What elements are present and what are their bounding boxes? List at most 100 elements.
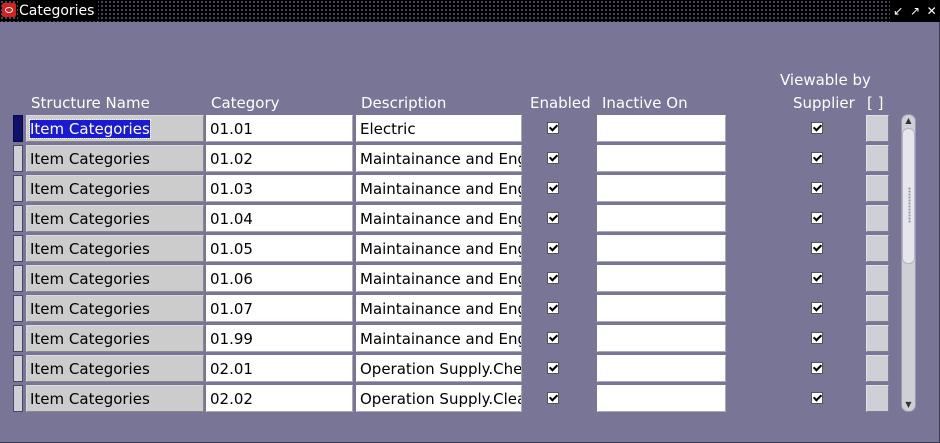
- row-indicator[interactable]: [13, 205, 23, 232]
- restore-icon[interactable]: ↗: [908, 0, 922, 22]
- row-indicator[interactable]: [13, 355, 23, 382]
- structure-name-cell[interactable]: Item Categories: [26, 355, 204, 382]
- flexfield-button[interactable]: [866, 175, 889, 202]
- category-field[interactable]: 01.99: [206, 325, 353, 352]
- structure-name-cell[interactable]: Item Categories: [26, 265, 204, 292]
- row-indicator[interactable]: [13, 325, 23, 352]
- enabled-checkbox[interactable]: [547, 332, 559, 344]
- row-indicator[interactable]: [13, 235, 23, 262]
- inactive-on-field[interactable]: [597, 265, 726, 292]
- viewable-by-supplier-checkbox[interactable]: [811, 362, 823, 374]
- inactive-on-field[interactable]: [597, 115, 726, 142]
- category-field[interactable]: 02.01: [206, 355, 353, 382]
- description-field[interactable]: Operation Supply.Chei: [356, 355, 522, 382]
- viewable-by-supplier-checkbox[interactable]: [811, 152, 823, 164]
- inactive-on-field[interactable]: [597, 205, 726, 232]
- description-field[interactable]: Maintainance and Eng: [356, 145, 522, 172]
- row-indicator[interactable]: [13, 265, 23, 292]
- minimize-icon[interactable]: ↙: [891, 0, 905, 22]
- flexfield-button[interactable]: [866, 355, 889, 382]
- enabled-checkbox[interactable]: [547, 182, 559, 194]
- inactive-on-field[interactable]: [597, 325, 726, 352]
- enabled-checkbox[interactable]: [547, 242, 559, 254]
- enabled-checkbox[interactable]: [547, 362, 559, 374]
- viewable-by-supplier-checkbox[interactable]: [811, 302, 823, 314]
- description-field[interactable]: Maintainance and Eng: [356, 205, 522, 232]
- table-row[interactable]: Item Categories 01.05 Maintainance and E…: [0, 235, 900, 263]
- flexfield-button[interactable]: [866, 145, 889, 172]
- viewable-by-supplier-checkbox[interactable]: [811, 332, 823, 344]
- table-row[interactable]: Item Categories 02.02 Operation Supply.C…: [0, 385, 900, 413]
- description-field[interactable]: Maintainance and Eng: [356, 295, 522, 322]
- table-row[interactable]: Item Categories 01.03 Maintainance and E…: [0, 175, 900, 203]
- viewable-by-supplier-checkbox[interactable]: [811, 242, 823, 254]
- window-controls: ↙ ↗ ✕: [890, 0, 940, 22]
- inactive-on-field[interactable]: [597, 385, 726, 412]
- row-indicator[interactable]: [13, 145, 23, 172]
- close-icon[interactable]: ✕: [925, 0, 939, 22]
- inactive-on-field[interactable]: [597, 355, 726, 382]
- row-indicator[interactable]: [13, 115, 23, 142]
- viewable-by-supplier-checkbox[interactable]: [811, 272, 823, 284]
- scrollbar-thumb[interactable]: [902, 128, 915, 264]
- enabled-checkbox[interactable]: [547, 392, 559, 404]
- structure-name-cell[interactable]: Item Categories: [26, 205, 204, 232]
- table-row[interactable]: Item Categories 01.02 Maintainance and E…: [0, 145, 900, 173]
- flexfield-button[interactable]: [866, 295, 889, 322]
- viewable-by-supplier-checkbox[interactable]: [811, 182, 823, 194]
- flexfield-button[interactable]: [866, 385, 889, 412]
- row-indicator[interactable]: [13, 385, 23, 412]
- description-field[interactable]: Operation Supply.Clea: [356, 385, 522, 412]
- structure-name-cell[interactable]: Item Categories: [26, 295, 204, 322]
- category-field[interactable]: 02.02: [206, 385, 353, 412]
- description-field[interactable]: Maintainance and Eng: [356, 235, 522, 262]
- row-indicator[interactable]: [13, 175, 23, 202]
- enabled-checkbox[interactable]: [547, 212, 559, 224]
- category-field[interactable]: 01.03: [206, 175, 353, 202]
- inactive-on-field[interactable]: [597, 175, 726, 202]
- structure-name-cell[interactable]: Item Categories: [26, 115, 204, 142]
- structure-name-text: Item Categories: [30, 330, 150, 348]
- vertical-scrollbar[interactable]: ▲ ▼: [901, 114, 916, 412]
- description-field[interactable]: Maintainance and Eng: [356, 175, 522, 202]
- category-field[interactable]: 01.06: [206, 265, 353, 292]
- table-row[interactable]: Item Categories 01.04 Maintainance and E…: [0, 205, 900, 233]
- viewable-by-supplier-checkbox[interactable]: [811, 122, 823, 134]
- viewable-by-supplier-checkbox[interactable]: [811, 212, 823, 224]
- enabled-checkbox[interactable]: [547, 302, 559, 314]
- flexfield-button[interactable]: [866, 325, 889, 352]
- row-indicator[interactable]: [13, 295, 23, 322]
- viewable-by-supplier-checkbox[interactable]: [811, 392, 823, 404]
- description-field[interactable]: Electric: [356, 115, 522, 142]
- scroll-up-icon[interactable]: ▲: [902, 115, 915, 127]
- description-field[interactable]: Maintainance and Eng: [356, 265, 522, 292]
- structure-name-cell[interactable]: Item Categories: [26, 235, 204, 262]
- title-bar[interactable]: Categories ↙ ↗ ✕: [0, 0, 940, 22]
- table-row[interactable]: Item Categories 01.06 Maintainance and E…: [0, 265, 900, 293]
- description-field[interactable]: Maintainance and Eng: [356, 325, 522, 352]
- flexfield-button[interactable]: [866, 265, 889, 292]
- category-field[interactable]: 01.07: [206, 295, 353, 322]
- table-row[interactable]: Item Categories 01.99 Maintainance and E…: [0, 325, 900, 353]
- table-row[interactable]: Item Categories 01.07 Maintainance and E…: [0, 295, 900, 323]
- inactive-on-field[interactable]: [597, 235, 726, 262]
- structure-name-cell[interactable]: Item Categories: [26, 385, 204, 412]
- category-field[interactable]: 01.04: [206, 205, 353, 232]
- inactive-on-field[interactable]: [597, 295, 726, 322]
- flexfield-button[interactable]: [866, 235, 889, 262]
- flexfield-button[interactable]: [866, 115, 889, 142]
- table-row[interactable]: Item Categories 01.01 Electric: [0, 115, 900, 143]
- scroll-down-icon[interactable]: ▼: [902, 399, 915, 411]
- enabled-checkbox[interactable]: [547, 122, 559, 134]
- flexfield-button[interactable]: [866, 205, 889, 232]
- category-field[interactable]: 01.05: [206, 235, 353, 262]
- category-field[interactable]: 01.01: [206, 115, 353, 142]
- enabled-checkbox[interactable]: [547, 152, 559, 164]
- structure-name-cell[interactable]: Item Categories: [26, 175, 204, 202]
- category-field[interactable]: 01.02: [206, 145, 353, 172]
- enabled-checkbox[interactable]: [547, 272, 559, 284]
- structure-name-cell[interactable]: Item Categories: [26, 145, 204, 172]
- inactive-on-field[interactable]: [597, 145, 726, 172]
- table-row[interactable]: Item Categories 02.01 Operation Supply.C…: [0, 355, 900, 383]
- structure-name-cell[interactable]: Item Categories: [26, 325, 204, 352]
